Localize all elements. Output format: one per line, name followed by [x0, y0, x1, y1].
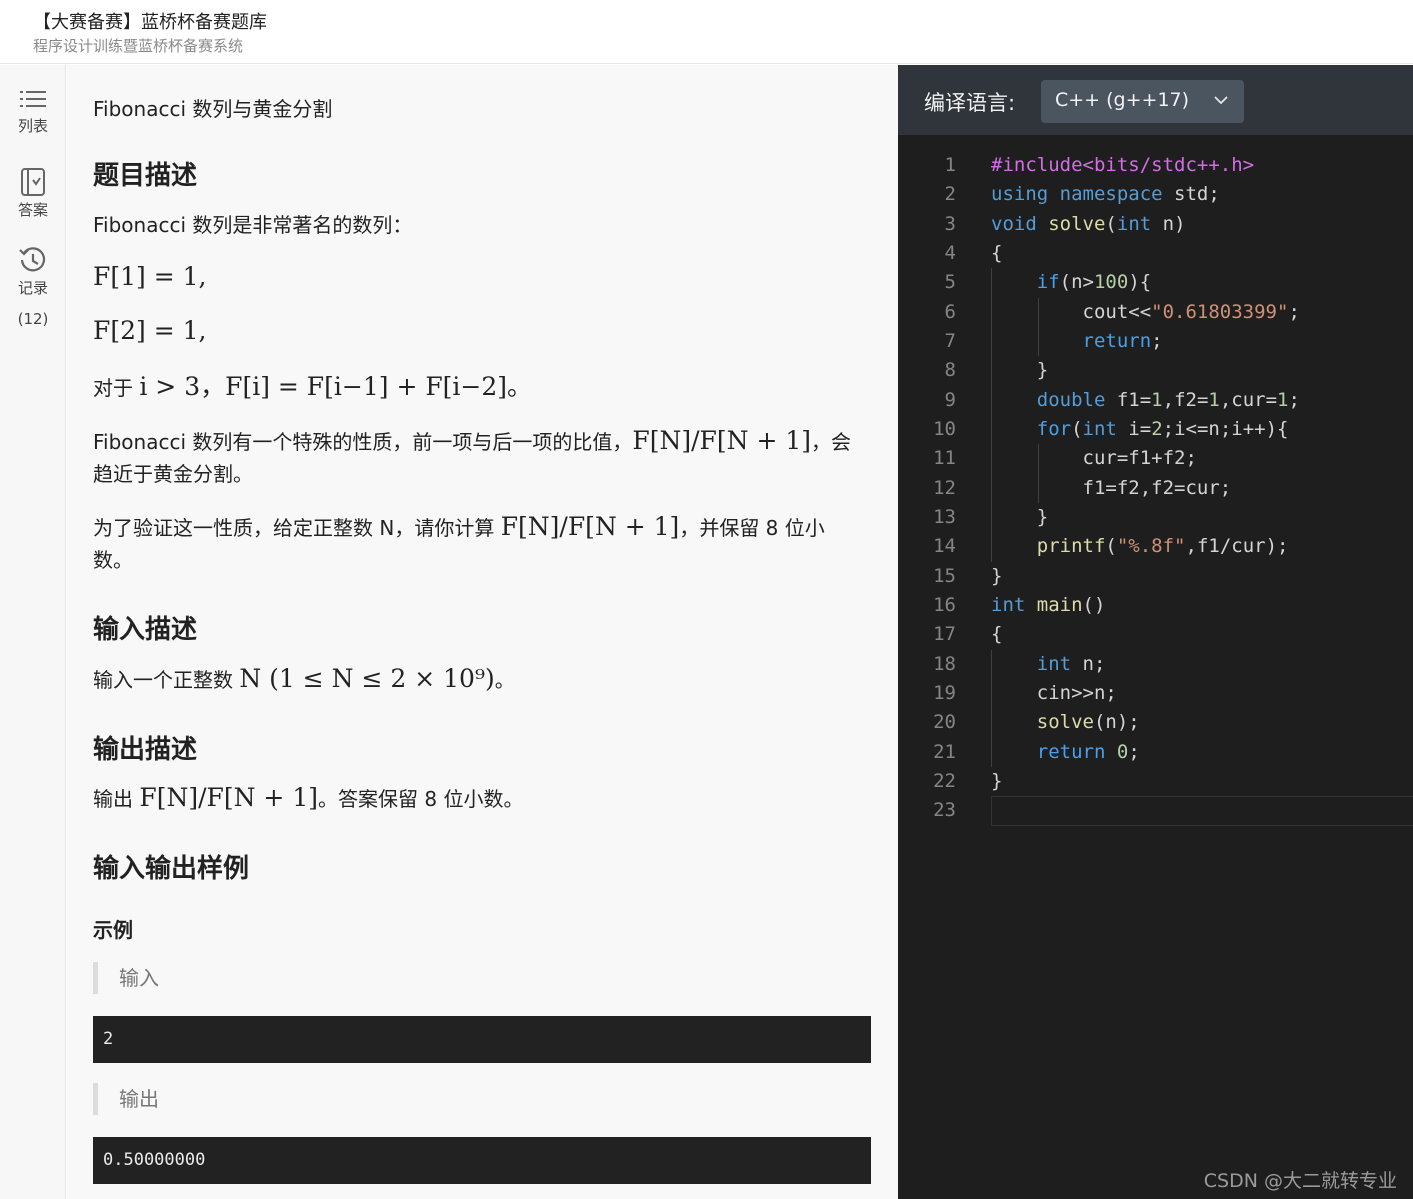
property-formula: F[N]/F[N + 1]: [632, 426, 812, 455]
code-line[interactable]: 8 }: [898, 356, 1413, 386]
recurrence-prefix: 对于: [93, 376, 133, 400]
code-line[interactable]: 22}: [898, 767, 1413, 796]
code-line[interactable]: 19 cin>>n;: [898, 678, 1413, 709]
code-line[interactable]: 20 solve(n);: [898, 708, 1413, 738]
rail-answer-label: 答案: [17, 201, 48, 219]
output-text: 输出: [93, 787, 133, 811]
code-line[interactable]: 7 return;: [898, 326, 1413, 357]
code-line[interactable]: 9 double f1=1,f2=1,cur=1;: [898, 385, 1413, 415]
list-icon: [20, 91, 46, 107]
formula-f1: F[1] = 1,: [93, 262, 207, 291]
code-line[interactable]: 3 void solve(int n): [898, 210, 1413, 239]
code-line[interactable]: 14 printf("%.8f",f1/cur);: [898, 532, 1413, 562]
property-text: Fibonacci 数列有一个特殊的性质，前一项与后一项的比值，: [93, 430, 633, 454]
history-icon: [19, 247, 46, 272]
output-description: 输出 F[N]/F[N + 1]。答案保留 8 位小数。: [93, 782, 863, 815]
input-text: 输入一个正整数: [93, 668, 233, 692]
code-line[interactable]: 21 return 0;: [898, 737, 1413, 767]
chevron-down-icon: [1214, 96, 1228, 105]
input-heading: 输入描述: [93, 615, 198, 645]
language-label: 编译语言:: [924, 91, 1016, 115]
language-select[interactable]: C++ (g++17): [1041, 80, 1244, 123]
example-label: 示例: [93, 918, 133, 942]
rail-list-label: 列表: [17, 117, 48, 135]
top-bar: 【大赛备赛】蓝桥杯备赛题库 程序设计训练暨蓝桥杯备赛系统: [0, 0, 1413, 64]
problem-pane[interactable]: Fibonacci 数列与黄金分割 题目描述 Fibonacci 数列是非常著名…: [67, 65, 898, 1199]
editor-toolbar: 编译语言: C++ (g++17): [898, 65, 1413, 135]
rail-record-button[interactable]: 记录 (12): [0, 245, 66, 328]
sample-heading: 输入输出样例: [93, 854, 250, 884]
problem-title: Fibonacci 数列与黄金分割: [93, 97, 333, 121]
output-formula: F[N]/F[N + 1]: [139, 783, 318, 812]
formula-f2: F[2] = 1,: [93, 316, 207, 345]
input-suffix: 。: [494, 668, 515, 692]
side-rail: 列表 答案 记录 (12): [0, 65, 66, 1199]
output-suffix: 。答案保留 8 位小数。: [318, 787, 524, 811]
sample-output-label: 输出: [93, 1083, 159, 1115]
property-paragraph: Fibonacci 数列有一个特殊的性质，前一项与后一项的比值，F[N]/F[N…: [93, 425, 863, 490]
watermark: CSDN @大二就转专业: [1203, 1170, 1397, 1192]
verify-text: 为了验证这一性质，给定正整数 N，请你计算: [93, 516, 495, 540]
rail-record-count: (12): [17, 310, 49, 328]
answer-book-icon: [21, 168, 45, 196]
code-line[interactable]: 5 if(n>100){: [898, 268, 1413, 298]
code-line[interactable]: 10 for(int i=2;i<=n;i++){: [898, 414, 1413, 445]
sample-input-label: 输入: [93, 962, 159, 994]
page-title: 【大赛备赛】蓝桥杯备赛题库: [33, 12, 267, 33]
verify-formula: F[N]/F[N + 1]: [500, 512, 680, 541]
code-line[interactable]: 16 int main(): [898, 591, 1413, 620]
code-line[interactable]: 2 using namespace std;: [898, 180, 1413, 209]
recurrence-line: 对于 i > 3，F[i] = F[i−1] + F[i−2]。: [93, 371, 863, 404]
language-select-value: C++ (g++17): [1055, 89, 1190, 111]
rail-record-label: 记录: [17, 279, 48, 297]
verify-paragraph: 为了验证这一性质，给定正整数 N，请你计算 F[N]/F[N + 1]，并保留 …: [93, 511, 863, 576]
recurrence-formula: i > 3，F[i] = F[i−1] + F[i−2]。: [139, 372, 533, 401]
input-description: 输入一个正整数 N (1 ≤ N ≤ 2 × 10⁹)。: [93, 663, 863, 696]
description-heading: 题目描述: [93, 161, 198, 191]
code-line[interactable]: 4{: [898, 239, 1413, 268]
sample-input-box[interactable]: 2: [93, 1016, 871, 1063]
code-line[interactable]: 11 cur=f1+f2;: [898, 444, 1413, 474]
code-line[interactable]: 15}: [898, 562, 1413, 591]
code-editor-pane: 编译语言: C++ (g++17) 1 #include<bits/stdc++.…: [898, 65, 1413, 1199]
page-subtitle: 程序设计训练暨蓝桥杯备赛系统: [33, 37, 244, 55]
code-line[interactable]: 1 #include<bits/stdc++.h>: [898, 151, 1413, 180]
description-intro: Fibonacci 数列是非常著名的数列：: [93, 213, 413, 237]
code-area[interactable]: 1 #include<bits/stdc++.h> 2 using namespac…: [898, 151, 1413, 826]
code-line-active[interactable]: 23: [898, 796, 1413, 826]
code-line[interactable]: 17{: [898, 620, 1413, 649]
code-line[interactable]: 18 int n;: [898, 649, 1413, 679]
input-formula: N (1 ≤ N ≤ 2 × 10⁹): [239, 664, 495, 693]
code-line[interactable]: 12 f1=f2,f2=cur;: [898, 473, 1413, 503]
active-line-highlight: [991, 796, 1413, 826]
rail-answer-button[interactable]: 答案: [0, 167, 66, 220]
rail-list-button[interactable]: 列表: [0, 89, 66, 136]
output-heading: 输出描述: [93, 735, 198, 765]
code-line[interactable]: 13 }: [898, 502, 1413, 533]
code-line[interactable]: 6 cout<<"0.61803399";: [898, 297, 1413, 327]
sample-output-box[interactable]: 0.50000000: [93, 1137, 871, 1184]
